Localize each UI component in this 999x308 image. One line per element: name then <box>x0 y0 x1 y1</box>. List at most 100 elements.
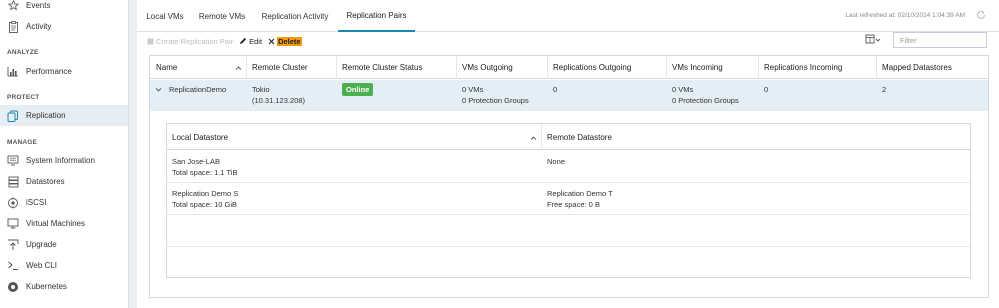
vms-incoming-groups: 0 Protection Groups <box>672 96 739 105</box>
nav-label: System Information <box>26 156 95 165</box>
monitor-list-icon <box>7 155 19 167</box>
iscsi-icon <box>7 197 19 209</box>
nav-item-activity[interactable]: Activity <box>0 16 128 37</box>
nav-section-manage: MANAGE <box>7 139 38 146</box>
nav-section-analyze: ANALYZE <box>7 49 39 56</box>
last-refreshed-label: Last refreshed at: 02/10/2024 1:04:39 AM <box>845 12 965 19</box>
nav-item-events[interactable]: Events <box>0 0 128 16</box>
column-header-replications-outgoing[interactable]: Replications Outgoing <box>553 56 631 79</box>
remote-datastore: None <box>547 157 565 168</box>
plus-icon <box>147 38 154 45</box>
column-header-vms-outgoing[interactable]: VMs Outgoing <box>462 56 513 79</box>
toolbar: Create Replication Pair Edit Delete <box>147 35 308 47</box>
tab-bar: Local VMs Remote VMs Replication Activit… <box>137 0 999 32</box>
table-row[interactable]: Replication Demo S Total space: 10 GiB R… <box>167 183 970 215</box>
remote-cluster-ip: (10.31.123.208) <box>252 96 305 105</box>
replications-incoming-value: 0 <box>764 85 769 94</box>
column-chooser-button[interactable] <box>865 34 883 46</box>
tab-replication-pairs[interactable]: Replication Pairs <box>338 0 415 32</box>
close-icon <box>268 38 275 45</box>
replications-outgoing-value: 0 <box>553 85 558 94</box>
vms-outgoing-groups: 0 Protection Groups <box>462 96 529 105</box>
nav-label: Performance <box>26 67 72 76</box>
local-datastore: Replication Demo S Total space: 10 GiB <box>172 189 238 210</box>
delete-button[interactable]: Delete <box>268 36 302 46</box>
remote-cluster-name: Tokio <box>252 85 270 94</box>
chevron-down-icon <box>875 36 881 45</box>
table-row[interactable]: ReplicationDemo Tokio (10.31.123.208) On… <box>150 80 988 111</box>
remote-datastore: Replication Demo T Free space: 0 B <box>547 189 613 210</box>
sort-asc-icon[interactable] <box>235 64 242 73</box>
chevron-down-icon[interactable] <box>155 86 162 95</box>
mapped-datastores-link[interactable]: 2 <box>882 85 886 95</box>
nav-item-iscsi[interactable]: iSCSI <box>0 192 128 213</box>
local-datastore-name: Replication Demo S <box>172 189 239 198</box>
nav-label: Events <box>26 1 51 10</box>
clipboard-icon <box>7 20 19 33</box>
nav-item-virtual-machines[interactable]: Virtual Machines <box>0 213 128 234</box>
remote-datastore-name: None <box>547 157 565 166</box>
nav-label: Upgrade <box>26 240 57 249</box>
columns-icon <box>865 34 875 46</box>
column-header-replications-incoming[interactable]: Replications Incoming <box>764 56 842 79</box>
nav-label: Activity <box>26 22 52 31</box>
pair-name: ReplicationDemo <box>169 85 227 94</box>
nav-item-datastores[interactable]: Datastores <box>0 171 128 192</box>
grid-header: Name Remote Cluster Remote Cluster Statu… <box>150 56 988 79</box>
local-datastore-name: San Jose-LAB <box>172 157 220 166</box>
datastore-mapping-table: Local Datastore Remote Datastore San Jos… <box>166 123 971 278</box>
database-icon <box>7 176 19 188</box>
local-datastore-space: Total space: 1.1 TiB <box>172 167 238 177</box>
local-datastore-space: Total space: 10 GiB <box>172 199 238 209</box>
replication-pairs-grid: Name Remote Cluster Remote Cluster Statu… <box>149 55 989 298</box>
column-header-name[interactable]: Name <box>156 56 177 79</box>
vms-incoming-link[interactable]: 0 VMs <box>672 85 693 95</box>
nav-item-performance[interactable]: Performance <box>0 61 128 82</box>
bar-chart-icon <box>7 66 19 78</box>
tab-local-vms[interactable]: Local VMs <box>140 0 190 32</box>
nav-label: Datastores <box>26 177 65 186</box>
nav-section-protect: PROTECT <box>7 94 40 101</box>
create-label: Create Replication Pair <box>156 36 234 46</box>
nav-item-upgrade[interactable]: Upgrade <box>0 234 128 255</box>
column-header-mapped-datastores[interactable]: Mapped Datastores <box>882 56 952 79</box>
column-header-remote-cluster[interactable]: Remote Cluster <box>252 56 308 79</box>
monitor-icon <box>7 218 19 230</box>
sidebar: Events Activity ANALYZE Performance PROT… <box>0 0 129 308</box>
refresh-icon[interactable] <box>976 10 986 20</box>
empty-row <box>167 215 970 247</box>
column-header-remote-datastore[interactable]: Remote Datastore <box>547 124 612 150</box>
create-replication-pair-button[interactable]: Create Replication Pair <box>147 37 233 46</box>
delete-label: Delete <box>277 36 302 46</box>
detail-header: Local Datastore Remote Datastore <box>167 124 970 150</box>
pencil-icon <box>239 37 247 45</box>
kubernetes-icon <box>7 281 19 293</box>
edit-label: Edit <box>249 36 263 46</box>
nav-label: iSCSI <box>26 198 47 207</box>
edit-button[interactable]: Edit <box>239 37 262 46</box>
column-header-remote-cluster-status[interactable]: Remote Cluster Status <box>342 56 422 79</box>
column-header-vms-incoming[interactable]: VMs Incoming <box>672 56 723 79</box>
table-row[interactable]: San Jose-LAB Total space: 1.1 TiB None <box>167 151 970 183</box>
column-header-local-datastore[interactable]: Local Datastore <box>172 124 228 150</box>
remote-datastore-name: Replication Demo T <box>547 189 613 198</box>
star-icon <box>7 0 19 12</box>
terminal-icon <box>7 260 19 272</box>
sort-asc-icon[interactable] <box>530 134 537 143</box>
nav-label: Replication <box>26 111 66 120</box>
nav-label: Kubernetes <box>26 282 67 291</box>
nav-label: Web CLI <box>26 261 57 270</box>
filter-input[interactable] <box>893 32 987 48</box>
vms-outgoing-link[interactable]: 0 VMs <box>462 85 483 95</box>
nav-item-system-information[interactable]: System Information <box>0 150 128 171</box>
nav-item-web-cli[interactable]: Web CLI <box>0 255 128 276</box>
nav-label: Virtual Machines <box>26 219 85 228</box>
tab-replication-activity[interactable]: Replication Activity <box>255 0 335 32</box>
main-panel: Local VMs Remote VMs Replication Activit… <box>137 0 999 308</box>
nav-item-kubernetes[interactable]: Kubernetes <box>0 276 128 297</box>
tab-remote-vms[interactable]: Remote VMs <box>195 0 249 32</box>
nav-item-replication[interactable]: Replication <box>0 105 128 126</box>
upgrade-icon <box>7 239 19 251</box>
remote-datastore-space: Free space: 0 B <box>547 199 600 209</box>
status-badge: Online <box>342 83 374 96</box>
